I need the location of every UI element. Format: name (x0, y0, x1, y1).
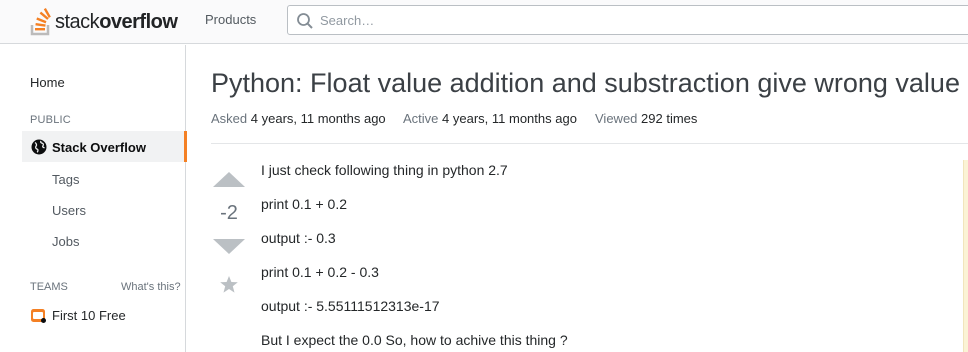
body-paragraph: output :- 0.3 (261, 230, 336, 246)
body-paragraph: I just check following thing in python 2… (261, 162, 508, 178)
search-input[interactable]: Search… (320, 13, 374, 28)
downvote-arrow-icon[interactable] (212, 238, 246, 255)
stackoverflow-logo-icon (30, 8, 51, 36)
nav-teams-free[interactable]: First 10 Free (30, 307, 126, 323)
search-box[interactable]: Search… (287, 5, 968, 35)
nav-tags[interactable]: Tags (52, 172, 79, 187)
briefcase-icon (31, 309, 46, 323)
meta-active: Active 4 years, 11 months ago (403, 111, 577, 126)
nav-stackoverflow[interactable]: Stack Overflow (22, 131, 187, 162)
logo-text-light: stack (55, 11, 100, 33)
products-menu[interactable]: Products (205, 12, 256, 27)
top-bar: stackoverflow Products Search… (0, 0, 968, 44)
nav-home[interactable]: Home (30, 75, 65, 90)
meta-asked-label: Asked (211, 111, 248, 126)
body-paragraph: print 0.1 + 0.2 - 0.3 (261, 264, 379, 280)
body-paragraph: But I expect the 0.0 So, how to achive t… (261, 332, 568, 348)
meta-asked: Asked 4 years, 11 months ago (211, 111, 386, 126)
nav-users[interactable]: Users (52, 203, 86, 218)
left-sidebar: Home PUBLIC Stack Overflow Tags Users Jo… (0, 45, 187, 352)
body-paragraph: output :- 5.55111512313e-17 (261, 298, 440, 314)
meta-viewed: Viewed 292 times (595, 111, 697, 126)
logo-text: stackoverflow (55, 9, 178, 36)
sidebar-widget-edge (963, 160, 968, 352)
upvote-arrow-icon[interactable] (212, 171, 246, 188)
nav-public-heading: PUBLIC (30, 114, 71, 126)
search-icon (297, 13, 313, 29)
globe-icon (31, 139, 47, 155)
whats-this-link[interactable]: What's this? (121, 281, 181, 293)
nav-teams-heading: TEAMS (30, 281, 68, 293)
vote-count: -2 (220, 202, 238, 224)
meta-asked-value: 4 years, 11 months ago (250, 111, 386, 126)
nav-jobs[interactable]: Jobs (52, 234, 79, 249)
favorite-star-icon[interactable] (219, 275, 239, 294)
meta-viewed-value: 292 times (641, 111, 698, 126)
meta-active-label: Active (403, 111, 439, 126)
question-title[interactable]: Python: Float value addition and substra… (211, 68, 960, 99)
site-logo[interactable]: stackoverflow (30, 4, 178, 36)
body-paragraph: print 0.1 + 0.2 (261, 196, 348, 212)
logo-text-bold: overflow (99, 11, 178, 33)
nav-stackoverflow-label: Stack Overflow (52, 140, 146, 155)
meta-viewed-label: Viewed (595, 111, 638, 126)
nav-teams-free-label: First 10 Free (52, 307, 126, 323)
header-divider (211, 143, 968, 144)
meta-active-value[interactable]: 4 years, 11 months ago (442, 111, 577, 126)
